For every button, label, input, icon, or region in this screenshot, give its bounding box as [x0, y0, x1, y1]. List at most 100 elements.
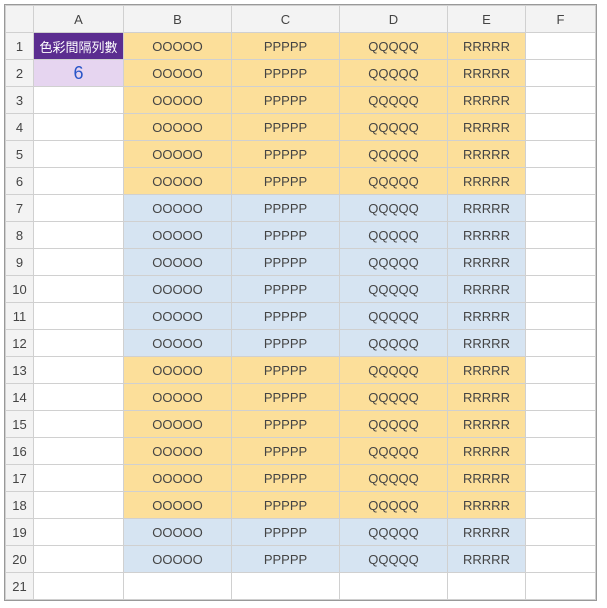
cell-E17[interactable]: RRRRR — [448, 465, 526, 492]
cell-F13[interactable] — [526, 357, 596, 384]
cell-A10[interactable] — [34, 276, 124, 303]
cell-C14[interactable]: PPPPP — [232, 384, 340, 411]
cell-F4[interactable] — [526, 114, 596, 141]
row-header-8[interactable]: 8 — [6, 222, 34, 249]
row-header-9[interactable]: 9 — [6, 249, 34, 276]
row-header-16[interactable]: 16 — [6, 438, 34, 465]
row-header-3[interactable]: 3 — [6, 87, 34, 114]
cell-A2[interactable]: 6 — [34, 60, 124, 87]
col-header-A[interactable]: A — [34, 6, 124, 33]
cell-F18[interactable] — [526, 492, 596, 519]
cell-E14[interactable]: RRRRR — [448, 384, 526, 411]
cell-A4[interactable] — [34, 114, 124, 141]
cell-F7[interactable] — [526, 195, 596, 222]
cell-E2[interactable]: RRRRR — [448, 60, 526, 87]
cell-E4[interactable]: RRRRR — [448, 114, 526, 141]
cell-B1[interactable]: OOOOO — [124, 33, 232, 60]
grid[interactable]: A B C D E F 1色彩間隔列數OOOOOPPPPPQQQQQRRRRR2… — [5, 5, 596, 600]
cell-F12[interactable] — [526, 330, 596, 357]
cell-E19[interactable]: RRRRR — [448, 519, 526, 546]
cell-B14[interactable]: OOOOO — [124, 384, 232, 411]
cell-E3[interactable]: RRRRR — [448, 87, 526, 114]
row-header-5[interactable]: 5 — [6, 141, 34, 168]
cell-E15[interactable]: RRRRR — [448, 411, 526, 438]
col-header-B[interactable]: B — [124, 6, 232, 33]
cell-A20[interactable] — [34, 546, 124, 573]
cell-E20[interactable]: RRRRR — [448, 546, 526, 573]
cell-D1[interactable]: QQQQQ — [340, 33, 448, 60]
cell-A15[interactable] — [34, 411, 124, 438]
cell-B15[interactable]: OOOOO — [124, 411, 232, 438]
cell-D18[interactable]: QQQQQ — [340, 492, 448, 519]
cell-B2[interactable]: OOOOO — [124, 60, 232, 87]
cell-D11[interactable]: QQQQQ — [340, 303, 448, 330]
cell-C6[interactable]: PPPPP — [232, 168, 340, 195]
cell-A16[interactable] — [34, 438, 124, 465]
row-header-14[interactable]: 14 — [6, 384, 34, 411]
cell-D20[interactable]: QQQQQ — [340, 546, 448, 573]
cell-B11[interactable]: OOOOO — [124, 303, 232, 330]
cell-F1[interactable] — [526, 33, 596, 60]
cell-A11[interactable] — [34, 303, 124, 330]
col-header-F[interactable]: F — [526, 6, 596, 33]
cell-B18[interactable]: OOOOO — [124, 492, 232, 519]
cell-E9[interactable]: RRRRR — [448, 249, 526, 276]
cell-B12[interactable]: OOOOO — [124, 330, 232, 357]
cell-A17[interactable] — [34, 465, 124, 492]
cell-F14[interactable] — [526, 384, 596, 411]
cell-E12[interactable]: RRRRR — [448, 330, 526, 357]
cell-F5[interactable] — [526, 141, 596, 168]
cell-A19[interactable] — [34, 519, 124, 546]
cell-C7[interactable]: PPPPP — [232, 195, 340, 222]
cell-F11[interactable] — [526, 303, 596, 330]
row-header-15[interactable]: 15 — [6, 411, 34, 438]
cell-B17[interactable]: OOOOO — [124, 465, 232, 492]
cell-F19[interactable] — [526, 519, 596, 546]
cell-F15[interactable] — [526, 411, 596, 438]
cell-B16[interactable]: OOOOO — [124, 438, 232, 465]
cell-E5[interactable]: RRRRR — [448, 141, 526, 168]
cell-C9[interactable]: PPPPP — [232, 249, 340, 276]
cell-C4[interactable]: PPPPP — [232, 114, 340, 141]
cell-D13[interactable]: QQQQQ — [340, 357, 448, 384]
cell-C19[interactable]: PPPPP — [232, 519, 340, 546]
cell-C10[interactable]: PPPPP — [232, 276, 340, 303]
cell-E7[interactable]: RRRRR — [448, 195, 526, 222]
cell-D19[interactable]: QQQQQ — [340, 519, 448, 546]
cell-D6[interactable]: QQQQQ — [340, 168, 448, 195]
cell-B5[interactable]: OOOOO — [124, 141, 232, 168]
cell-E6[interactable]: RRRRR — [448, 168, 526, 195]
cell-B8[interactable]: OOOOO — [124, 222, 232, 249]
cell-D12[interactable]: QQQQQ — [340, 330, 448, 357]
cell-B3[interactable]: OOOOO — [124, 87, 232, 114]
cell-C13[interactable]: PPPPP — [232, 357, 340, 384]
cell-D9[interactable]: QQQQQ — [340, 249, 448, 276]
cell-F8[interactable] — [526, 222, 596, 249]
cell-D14[interactable]: QQQQQ — [340, 384, 448, 411]
cell-C20[interactable]: PPPPP — [232, 546, 340, 573]
corner-cell[interactable] — [6, 6, 34, 33]
cell-A21[interactable] — [34, 573, 124, 600]
cell-A3[interactable] — [34, 87, 124, 114]
cell-C8[interactable]: PPPPP — [232, 222, 340, 249]
cell-D15[interactable]: QQQQQ — [340, 411, 448, 438]
cell-D10[interactable]: QQQQQ — [340, 276, 448, 303]
cell-C2[interactable]: PPPPP — [232, 60, 340, 87]
cell-F10[interactable] — [526, 276, 596, 303]
cell-B21[interactable] — [124, 573, 232, 600]
cell-D2[interactable]: QQQQQ — [340, 60, 448, 87]
col-header-E[interactable]: E — [448, 6, 526, 33]
cell-E11[interactable]: RRRRR — [448, 303, 526, 330]
cell-B19[interactable]: OOOOO — [124, 519, 232, 546]
cell-C3[interactable]: PPPPP — [232, 87, 340, 114]
row-header-11[interactable]: 11 — [6, 303, 34, 330]
cell-E10[interactable]: RRRRR — [448, 276, 526, 303]
row-header-21[interactable]: 21 — [6, 573, 34, 600]
cell-B7[interactable]: OOOOO — [124, 195, 232, 222]
cell-A13[interactable] — [34, 357, 124, 384]
cell-F9[interactable] — [526, 249, 596, 276]
cell-E8[interactable]: RRRRR — [448, 222, 526, 249]
cell-A12[interactable] — [34, 330, 124, 357]
cell-E21[interactable] — [448, 573, 526, 600]
row-header-2[interactable]: 2 — [6, 60, 34, 87]
